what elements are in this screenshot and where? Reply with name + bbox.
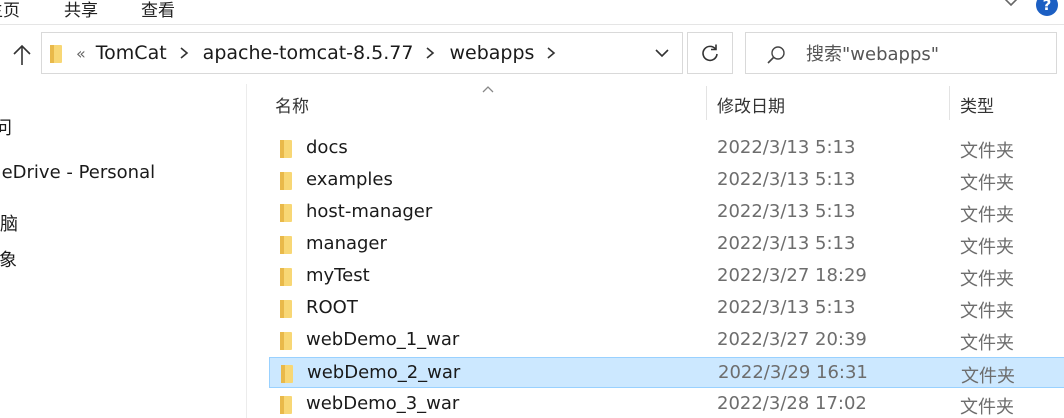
file-modified-date: 2022/3/29 16:31 — [718, 362, 868, 383]
ribbon-tab-bar: 主页 共享 查看 ? — [0, 0, 1064, 25]
file-name: manager — [306, 233, 387, 254]
file-row[interactable]: webDemo_1_war 2022/3/27 20:39 文件夹 — [269, 325, 1064, 356]
chevron-right-icon[interactable] — [545, 46, 557, 60]
chevron-right-icon[interactable] — [178, 46, 190, 60]
file-modified-date: 2022/3/27 20:39 — [717, 329, 867, 350]
search-input[interactable] — [804, 33, 1048, 75]
address-bar[interactable]: « TomCat apache-tomcat-8.5.77 webapps — [41, 32, 683, 74]
sort-ascending-icon — [482, 86, 494, 93]
file-type: 文件夹 — [960, 397, 1014, 418]
column-divider[interactable] — [706, 86, 707, 120]
folder-icon — [280, 204, 292, 222]
column-header-date[interactable]: 修改日期 — [717, 92, 785, 117]
folder-icon — [280, 396, 292, 414]
nav-item-quick-access[interactable]: 快速访问 — [0, 114, 12, 140]
file-modified-date: 2022/3/28 17:02 — [717, 393, 867, 414]
navigation-pane: 快速访问 OneDrive - Personal 此电脑 3D 对象 — [0, 84, 247, 418]
breadcrumb: « TomCat apache-tomcat-8.5.77 webapps — [76, 33, 570, 73]
folder-icon — [280, 172, 292, 190]
file-name: myTest — [306, 265, 370, 286]
file-type: 文件夹 — [960, 141, 1014, 162]
refresh-button[interactable] — [687, 32, 733, 74]
file-name: webDemo_2_war — [307, 362, 461, 383]
column-header-type[interactable]: 类型 — [960, 92, 994, 117]
file-modified-date: 2022/3/13 5:13 — [717, 201, 856, 222]
file-type: 文件夹 — [961, 366, 1015, 387]
file-type: 文件夹 — [960, 269, 1014, 290]
folder-icon — [280, 268, 292, 286]
file-type: 文件夹 — [960, 333, 1014, 354]
file-type: 文件夹 — [960, 205, 1014, 226]
chevron-down-icon[interactable] — [654, 45, 670, 61]
file-row[interactable]: ROOT 2022/3/13 5:13 文件夹 — [269, 293, 1064, 324]
file-modified-date: 2022/3/13 5:13 — [717, 137, 856, 158]
file-name: host-manager — [306, 201, 433, 222]
file-modified-date: 2022/3/13 5:13 — [717, 169, 856, 190]
folder-icon — [280, 300, 292, 318]
help-icon[interactable]: ? — [1036, 0, 1058, 16]
breadcrumb-overflow[interactable]: « — [76, 44, 86, 63]
file-row[interactable]: manager 2022/3/13 5:13 文件夹 — [269, 229, 1064, 260]
column-divider[interactable] — [949, 86, 950, 120]
file-row[interactable]: host-manager 2022/3/13 5:13 文件夹 — [269, 197, 1064, 228]
folder-icon — [280, 332, 292, 350]
up-arrow-icon[interactable] — [8, 41, 36, 69]
column-header-name[interactable]: 名称 — [275, 92, 309, 117]
file-name: webDemo_1_war — [306, 329, 460, 350]
breadcrumb-item-apache-tomcat[interactable]: apache-tomcat-8.5.77 — [203, 42, 414, 64]
search-icon — [767, 46, 785, 64]
nav-item-3d-objects[interactable]: 3D 对象 — [0, 246, 17, 272]
folder-icon — [280, 140, 292, 158]
file-modified-date: 2022/3/27 18:29 — [717, 265, 867, 286]
file-row[interactable]: webDemo_2_war 2022/3/29 16:31 文件夹 — [269, 357, 1064, 388]
nav-item-onedrive[interactable]: OneDrive - Personal — [0, 162, 155, 183]
breadcrumb-item-webapps[interactable]: webapps — [449, 42, 534, 64]
file-modified-date: 2022/3/13 5:13 — [717, 297, 856, 318]
file-row[interactable]: docs 2022/3/13 5:13 文件夹 — [269, 133, 1064, 164]
file-name: webDemo_3_war — [306, 393, 460, 414]
file-name: ROOT — [306, 297, 358, 318]
file-row[interactable]: myTest 2022/3/27 18:29 文件夹 — [269, 261, 1064, 292]
file-list: 名称 修改日期 类型 docs 2022/3/13 5:13 文件夹 examples… — [247, 84, 1064, 418]
search-box[interactable] — [745, 32, 1057, 75]
ribbon-collapse-chevron-icon[interactable] — [1000, 0, 1022, 14]
folder-icon — [280, 236, 292, 254]
file-modified-date: 2022/3/13 5:13 — [717, 233, 856, 254]
folder-icon — [50, 45, 62, 63]
file-row[interactable]: examples 2022/3/13 5:13 文件夹 — [269, 165, 1064, 196]
chevron-right-icon[interactable] — [424, 46, 436, 60]
file-name: docs — [306, 137, 348, 158]
file-name: examples — [306, 169, 393, 190]
file-type: 文件夹 — [960, 237, 1014, 258]
tab-home[interactable]: 主页 — [0, 0, 20, 21]
breadcrumb-item-tomcat[interactable]: TomCat — [96, 42, 167, 64]
tab-share[interactable]: 共享 — [64, 0, 98, 21]
tab-view[interactable]: 查看 — [141, 0, 175, 21]
navigation-bar: « TomCat apache-tomcat-8.5.77 webapps — [0, 25, 1064, 83]
nav-item-this-pc[interactable]: 此电脑 — [0, 210, 18, 236]
refresh-icon — [702, 44, 718, 62]
file-type: 文件夹 — [960, 301, 1014, 322]
file-type: 文件夹 — [960, 173, 1014, 194]
folder-icon — [281, 365, 293, 383]
file-row[interactable]: webDemo_3_war 2022/3/28 17:02 文件夹 — [269, 389, 1064, 418]
